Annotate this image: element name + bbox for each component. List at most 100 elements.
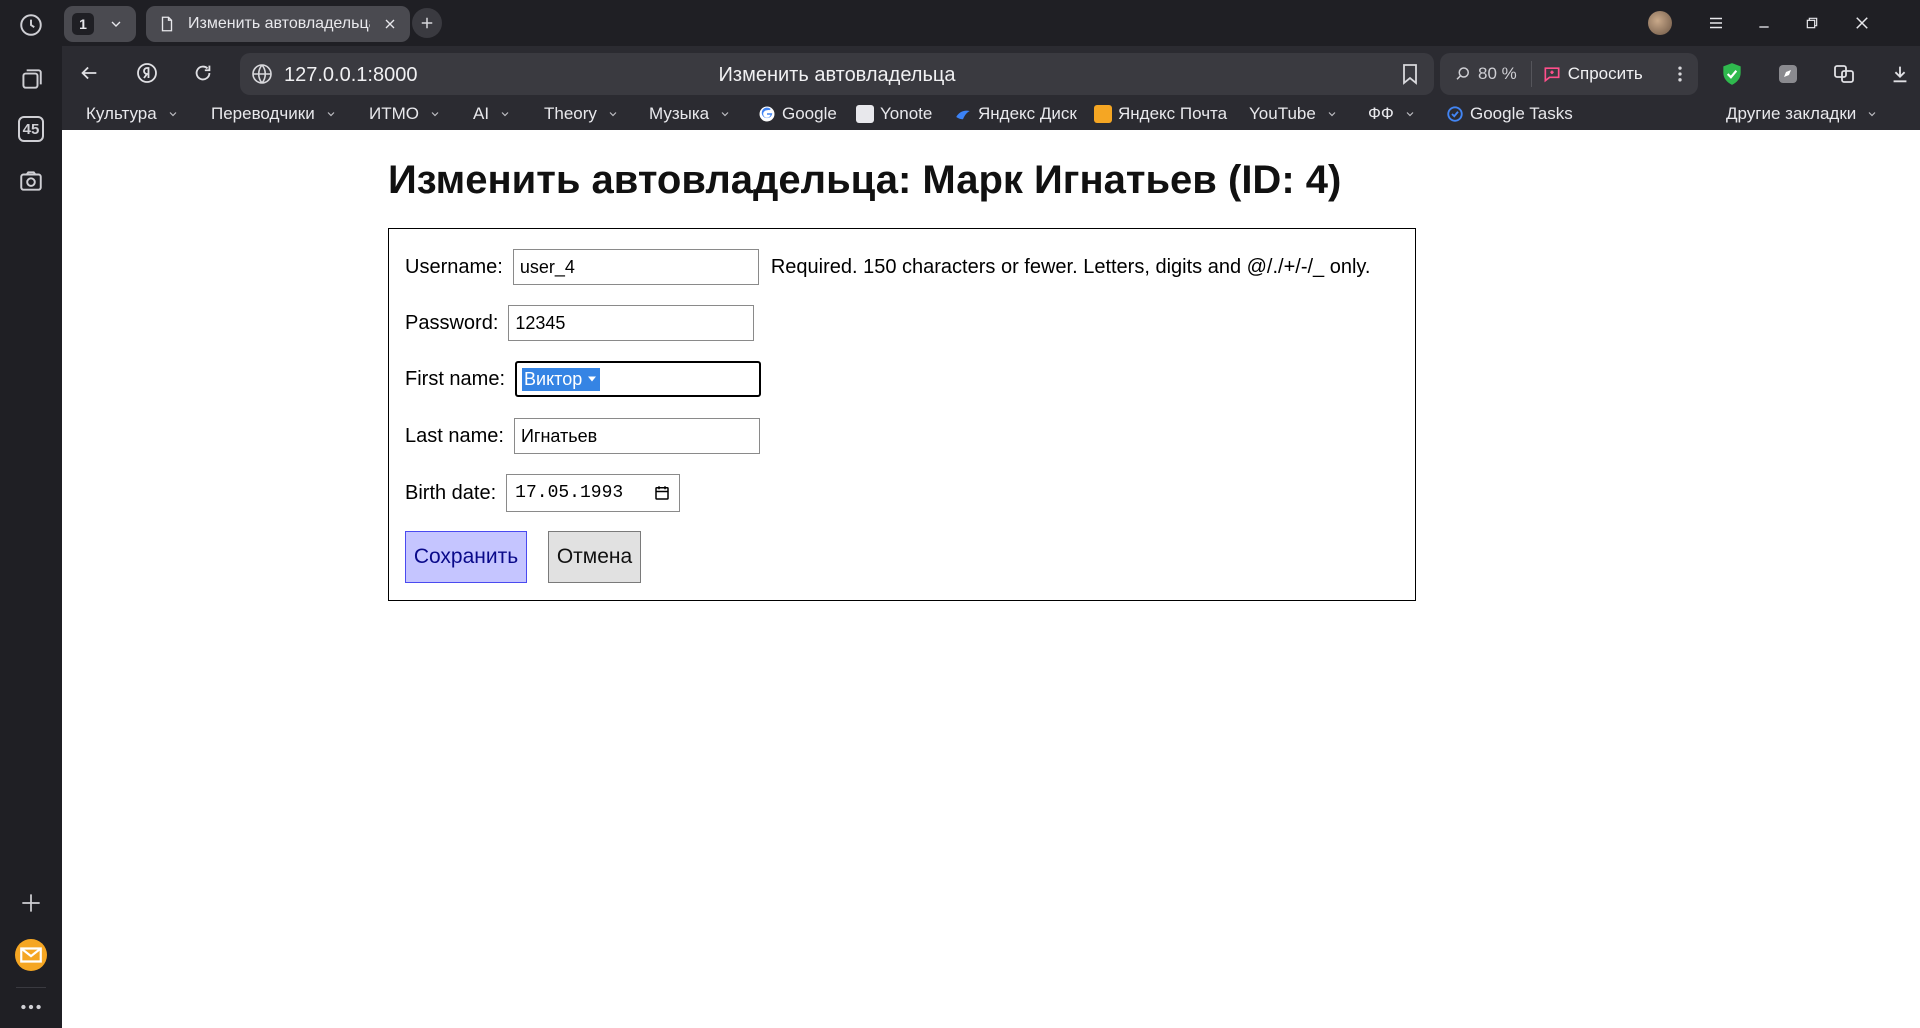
chevron-down-icon	[501, 112, 509, 117]
screenshot-icon[interactable]	[14, 164, 48, 198]
ask-button[interactable]: Спросить	[1532, 64, 1643, 84]
bookmark-label: ФФ	[1368, 104, 1394, 123]
yandex-disk-icon	[956, 110, 970, 120]
tab-active[interactable]: Изменить автовладельца	[146, 6, 410, 42]
side-panel: 45	[0, 0, 62, 1028]
bookmark-yandex-mail[interactable]: Яндекс Почта	[1094, 104, 1227, 124]
bookmark-folder-youtube[interactable]: YouTube	[1249, 104, 1338, 124]
bookmark-folder-translators[interactable]: Переводчики	[211, 104, 337, 124]
extension-compass-icon[interactable]	[1772, 58, 1804, 90]
save-button[interactable]: Сохранить	[405, 531, 527, 583]
zoom-icon	[1456, 67, 1469, 80]
bookmark-label: Культура	[86, 104, 157, 123]
page-icon	[161, 16, 173, 32]
bookmark-label: Google	[782, 104, 837, 123]
username-input[interactable]: user_4	[512, 249, 759, 285]
first-name-value: Виктор	[524, 368, 583, 389]
bookmark-label: ИТМО	[369, 104, 419, 123]
cancel-button[interactable]: Отмена	[548, 531, 641, 583]
chevron-down-icon	[721, 112, 729, 117]
bookmark-folder-ff[interactable]: ФФ	[1368, 104, 1416, 124]
google-tasks-icon	[1447, 106, 1463, 122]
bookmark-icon[interactable]	[1398, 62, 1422, 86]
birth-date-input[interactable]: 17.05.1993	[506, 474, 681, 512]
bookmark-folder-other[interactable]: Другие закладки	[1726, 104, 1878, 124]
yandex-mail-icon	[1094, 105, 1112, 123]
menu-icon[interactable]	[1702, 10, 1730, 36]
username-row: Username: user_4 Required. 150 character…	[405, 249, 1371, 285]
zoom-indicator[interactable]: 80 %	[1440, 61, 1532, 87]
bookmark-yonote[interactable]: Yonote	[856, 104, 932, 124]
bookmark-label: Yonote	[880, 104, 933, 123]
birth-date-row: Birth date: 17.05.1993	[405, 474, 681, 512]
download-icon[interactable]	[1884, 58, 1916, 90]
minimize-icon[interactable]	[1750, 10, 1778, 36]
chevron-down-icon	[431, 112, 439, 117]
bookmark-folder-theory[interactable]: Theory	[544, 104, 619, 124]
bookmark-label: Яндекс Почта	[1118, 104, 1228, 123]
new-tab-button[interactable]	[412, 8, 442, 38]
bookmark-folder-music[interactable]: Музыка	[649, 104, 731, 124]
collections-icon[interactable]	[14, 62, 48, 96]
tab-group-button[interactable]: 1	[64, 6, 136, 42]
tab-title: Изменить автовладельца	[188, 15, 370, 32]
bookmark-google[interactable]: Google	[758, 104, 837, 124]
close-window-icon[interactable]	[1848, 10, 1876, 36]
bookmark-folder-culture[interactable]: Культура	[86, 104, 179, 124]
bookmark-label: Google Tasks	[1470, 104, 1573, 123]
last-name-label: Last name:	[405, 424, 504, 447]
restore-icon[interactable]	[1798, 10, 1826, 36]
address-bar[interactable]: Изменить автовладельца 127.0.0.1:8000	[240, 53, 1434, 95]
bookmark-yandex-disk[interactable]: Яндекс Диск	[954, 104, 1077, 124]
bookmark-label: Музыка	[649, 104, 710, 123]
password-input[interactable]: 12345	[508, 305, 755, 341]
plus-icon	[421, 17, 433, 29]
tab-strip: 1 Изменить автовладельца	[62, 0, 1920, 46]
reload-icon[interactable]	[186, 56, 220, 90]
translate-extension-icon[interactable]	[1828, 58, 1860, 90]
bookmark-label: Другие закладки	[1726, 104, 1857, 123]
tabs-count: 45	[18, 116, 44, 142]
ask-icon	[1544, 67, 1560, 83]
bookmarks-bar: Культура Переводчики ИТМО AI Theory Музы…	[62, 102, 1920, 130]
first-name-label: First name:	[405, 367, 506, 390]
first-name-select[interactable]: Виктор	[515, 361, 762, 397]
bookmark-label: Переводчики	[211, 104, 315, 123]
password-label: Password:	[405, 311, 499, 334]
address-page-title: Изменить автовладельца	[718, 64, 956, 86]
bookmark-google-tasks[interactable]: Google Tasks	[1446, 104, 1573, 124]
yandex-icon[interactable]	[130, 56, 164, 90]
yandex-mail-icon[interactable]	[14, 938, 48, 972]
shield-icon[interactable]	[1716, 58, 1748, 90]
calendar-icon[interactable]	[653, 484, 671, 502]
chevron-down-icon	[1406, 112, 1414, 117]
bookmark-label: Theory	[544, 104, 597, 123]
google-icon	[759, 106, 775, 122]
chevron-down-icon	[1868, 112, 1876, 117]
tab-group-count: 1	[72, 13, 94, 35]
bookmark-folder-ai[interactable]: AI	[473, 104, 511, 124]
bookmark-label: YouTube	[1249, 104, 1316, 123]
first-name-row: First name: Виктор	[405, 361, 762, 397]
back-icon[interactable]	[72, 56, 106, 90]
more-icon[interactable]	[14, 990, 48, 1024]
profile-avatar[interactable]	[1646, 10, 1674, 36]
chevron-down-icon	[609, 112, 617, 117]
avatar	[1648, 11, 1672, 35]
kebab-menu-icon[interactable]	[1670, 62, 1690, 86]
bookmark-folder-itmo[interactable]: ИТМО	[369, 104, 441, 124]
zoom-ask-box: 80 % Спросить	[1440, 53, 1698, 95]
last-name-input[interactable]: Игнатьев	[513, 418, 760, 454]
username-help-text: Required. 150 characters or fewer. Lette…	[770, 255, 1371, 278]
chevron-down-icon	[1328, 112, 1336, 117]
chevron-down-icon	[169, 112, 177, 117]
bookmark-label: AI	[473, 104, 490, 123]
first-name-selected: Виктор	[522, 367, 601, 391]
add-panel-icon[interactable]	[14, 886, 48, 920]
side-divider	[16, 987, 46, 988]
close-tab-icon[interactable]	[382, 16, 398, 32]
history-icon[interactable]	[14, 8, 48, 42]
tabs-count-button[interactable]: 45	[14, 112, 48, 146]
password-row: Password: 12345	[405, 305, 755, 341]
owner-edit-form: Username: user_4 Required. 150 character…	[388, 228, 1416, 601]
